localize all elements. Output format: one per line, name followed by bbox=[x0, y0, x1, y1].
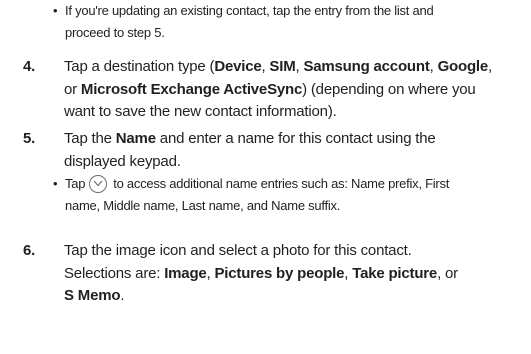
bullet-additional-names: • Tap to access additional name entries s… bbox=[53, 173, 449, 217]
option-image: Image bbox=[164, 264, 207, 282]
step-line: Selections are: Image, Pictures by peopl… bbox=[64, 263, 458, 286]
text-run: , or bbox=[437, 264, 458, 282]
chevron-down-icon bbox=[89, 175, 108, 193]
step-line: Tap the image icon and select a photo fo… bbox=[64, 242, 412, 259]
option-device: Device bbox=[214, 58, 262, 75]
option-pictures-by-people: Pictures by people bbox=[214, 264, 345, 282]
step-line: or Microsoft Exchange ActiveSync) (depen… bbox=[64, 79, 492, 102]
field-name: Name bbox=[115, 130, 156, 147]
bullet-line: Tap to access additional name entries suc… bbox=[65, 173, 449, 195]
step-body: Tap the Name and enter a name for this c… bbox=[64, 128, 436, 173]
text-run: Tap the bbox=[64, 130, 116, 147]
text-run: , bbox=[429, 58, 438, 75]
bullet-dot: • bbox=[53, 176, 58, 191]
option-take-picture: Take picture bbox=[352, 264, 438, 282]
step-body: Tap the image icon and select a photo fo… bbox=[64, 240, 458, 308]
text-run: or bbox=[64, 80, 81, 98]
bullet-update-contact: • If you're updating an existing contact… bbox=[53, 0, 434, 44]
text-run: Tap a destination type ( bbox=[64, 58, 215, 75]
text-run: to access additional name entries such a… bbox=[113, 176, 450, 191]
step-line: Tap the Name and enter a name for this c… bbox=[64, 128, 436, 151]
bullet-dot: • bbox=[53, 3, 58, 18]
bullet-text-line-1: If you're updating an existing contact, … bbox=[65, 3, 434, 18]
step-body: Tap a destination type (Device, SIM, Sam… bbox=[64, 56, 492, 124]
manual-page: • If you're updating an existing contact… bbox=[0, 0, 531, 354]
option-sim: SIM bbox=[269, 58, 296, 75]
text-run: Selections are: bbox=[64, 264, 165, 282]
text-run: , bbox=[206, 264, 215, 282]
step-number: 4. bbox=[23, 58, 36, 75]
text-run: Tap bbox=[65, 176, 86, 191]
bullet-line: name, Middle name, Last name, and Name s… bbox=[65, 198, 341, 213]
text-run: . bbox=[120, 287, 125, 304]
step-line: displayed keypad. bbox=[64, 152, 181, 170]
option-samsung-account: Samsung account bbox=[303, 58, 430, 75]
text-run: ) (depending on where you bbox=[302, 80, 476, 98]
option-google: Google bbox=[437, 58, 489, 75]
step-line: S Memo. bbox=[64, 285, 458, 308]
text-run: , bbox=[488, 58, 493, 75]
step-number: 5. bbox=[23, 130, 36, 147]
step-number: 6. bbox=[23, 242, 36, 259]
option-exchange: Microsoft Exchange ActiveSync bbox=[80, 80, 303, 98]
step-line: want to save the new contact information… bbox=[64, 103, 337, 120]
text-run: and enter a name for this contact using … bbox=[155, 130, 436, 147]
bullet-text-line-2: proceed to step 5. bbox=[65, 25, 165, 40]
step-line: Tap a destination type (Device, SIM, Sam… bbox=[64, 56, 492, 79]
option-s-memo: S Memo bbox=[64, 287, 121, 304]
